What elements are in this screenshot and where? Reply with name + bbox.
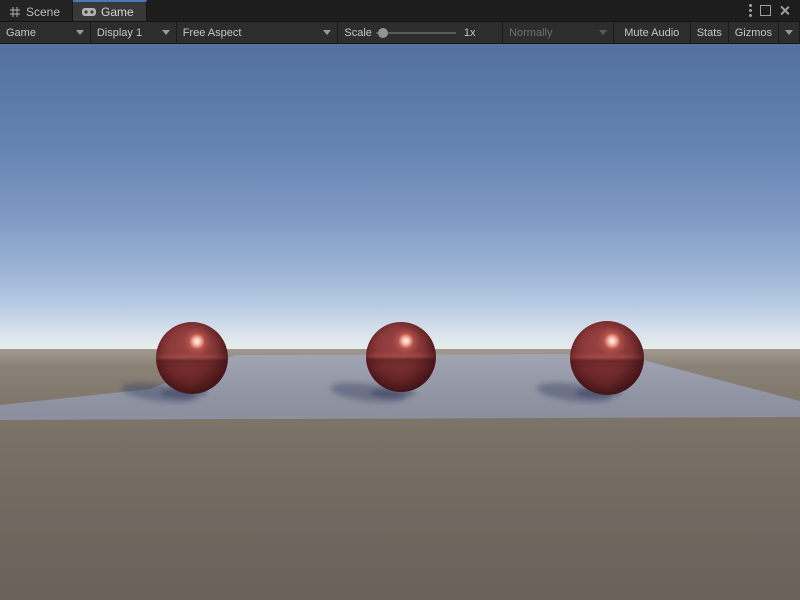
aspect-ratio-label: Free Aspect	[183, 27, 318, 39]
stats-label: Stats	[697, 27, 722, 39]
game-view-toolbar: Game Display 1 Free Aspect Scale 1x Norm…	[0, 22, 800, 44]
red-sphere	[366, 322, 436, 392]
gizmos-dropdown[interactable]: Gizmos	[729, 22, 800, 43]
tab-bar: Scene Game	[0, 0, 800, 22]
scale-slider[interactable]	[376, 28, 456, 38]
game-viewport[interactable]	[0, 44, 800, 600]
gizmos-label: Gizmos	[735, 27, 772, 39]
maximize-icon[interactable]	[760, 5, 771, 16]
chevron-down-icon	[76, 30, 84, 35]
stats-button[interactable]: Stats	[691, 22, 729, 43]
play-focus-dropdown[interactable]: Normally	[503, 22, 614, 43]
tabbar-spacer	[147, 0, 749, 21]
gamepad-icon	[82, 7, 96, 17]
red-sphere	[156, 322, 228, 394]
skybox	[0, 44, 800, 351]
scale-control: Scale 1x	[338, 22, 503, 43]
view-mode-dropdown[interactable]: Game	[0, 22, 91, 43]
divider	[778, 22, 779, 43]
kebab-menu-icon[interactable]	[749, 4, 752, 17]
red-sphere	[570, 321, 644, 395]
grid-icon	[9, 6, 21, 18]
window-controls	[749, 0, 800, 21]
scale-value: 1x	[464, 27, 476, 39]
chevron-down-icon	[323, 30, 331, 35]
tab-game[interactable]: Game	[73, 0, 147, 21]
close-icon[interactable]	[779, 5, 790, 16]
slider-track	[376, 32, 456, 34]
view-mode-label: Game	[6, 27, 70, 39]
tab-scene-label: Scene	[26, 5, 60, 19]
aspect-ratio-dropdown[interactable]: Free Aspect	[177, 22, 339, 43]
tab-game-label: Game	[101, 5, 134, 19]
chevron-down-icon	[599, 30, 607, 35]
tab-scene[interactable]: Scene	[0, 0, 73, 21]
unity-game-view-window: Scene Game Game Display 1 Free Aspe	[0, 0, 800, 600]
chevron-down-icon	[162, 30, 170, 35]
mute-audio-label: Mute Audio	[624, 27, 679, 39]
display-dropdown[interactable]: Display 1	[91, 22, 177, 43]
play-focus-label: Normally	[509, 27, 593, 39]
mute-audio-button[interactable]: Mute Audio	[614, 22, 691, 43]
scale-label: Scale	[344, 27, 372, 39]
display-label: Display 1	[97, 27, 156, 39]
chevron-down-icon	[785, 30, 793, 35]
slider-knob[interactable]	[378, 28, 388, 38]
